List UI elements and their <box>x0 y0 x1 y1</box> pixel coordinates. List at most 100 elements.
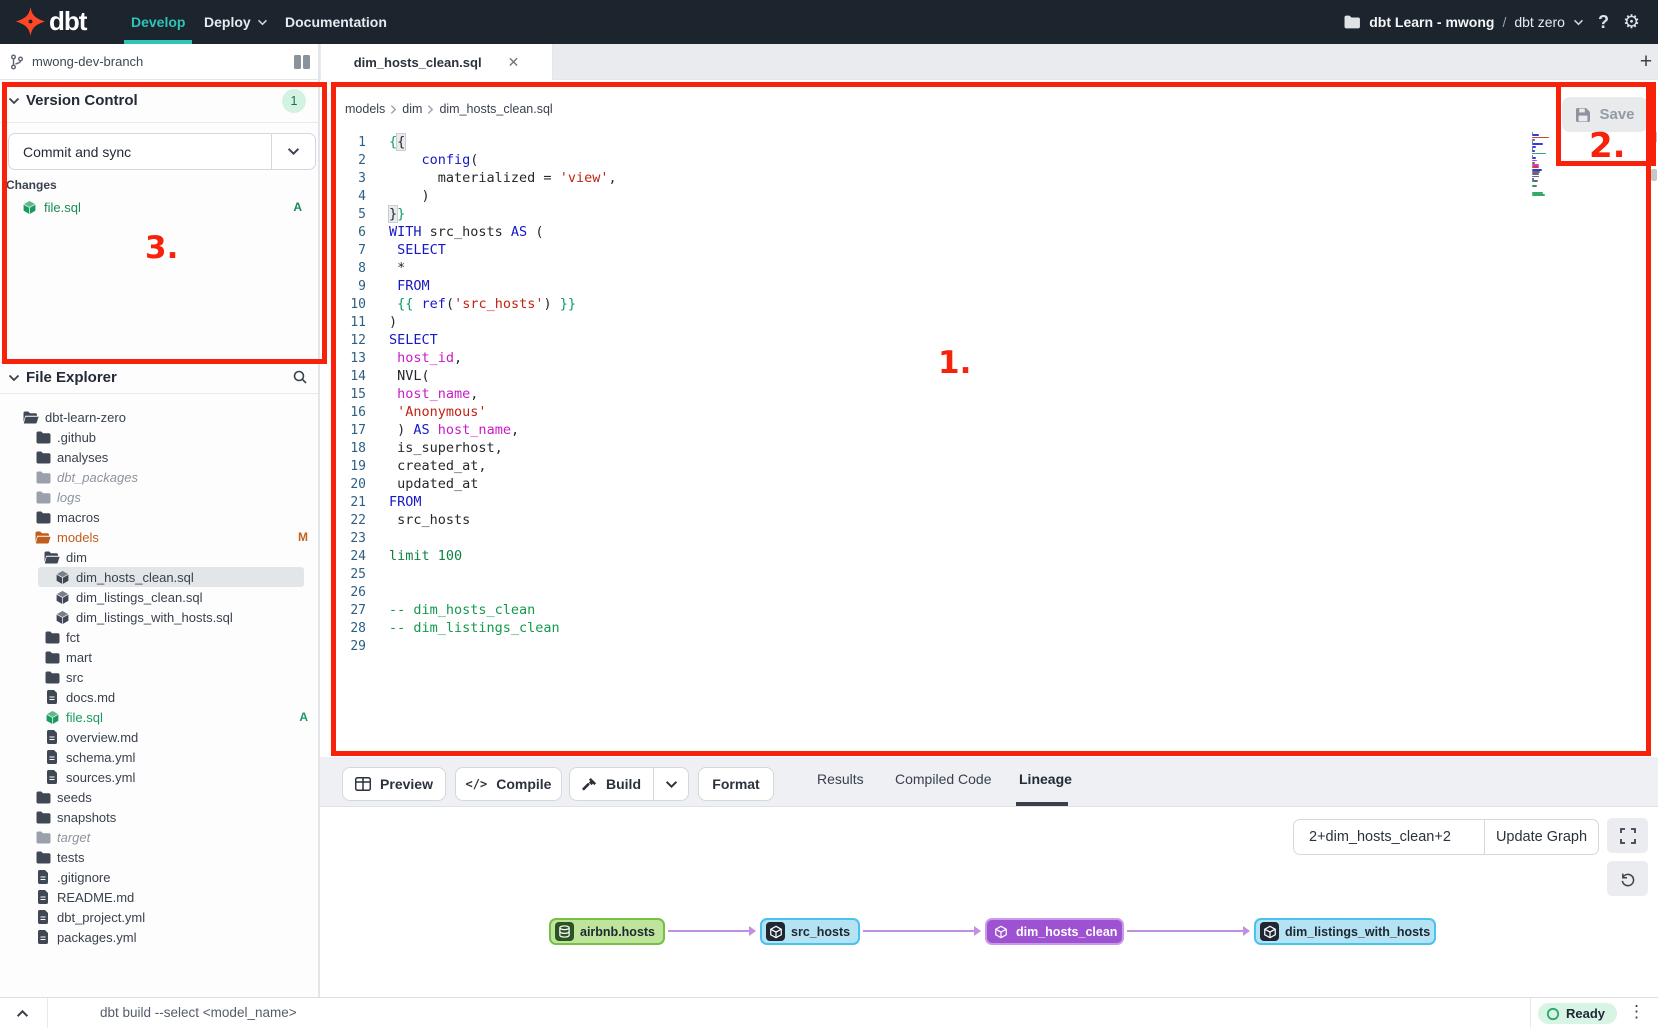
save-button[interactable]: Save <box>1562 97 1648 132</box>
commit-and-sync-button[interactable]: Commit and sync <box>8 133 316 170</box>
tree-item-models[interactable]: modelsM <box>0 527 318 547</box>
nav-deploy[interactable]: Deploy <box>204 0 268 44</box>
file-explorer-header[interactable]: File Explorer <box>8 369 310 386</box>
code-line-27[interactable]: 27-- dim_hosts_clean <box>320 601 617 619</box>
code-line-11[interactable]: 11) <box>320 313 617 331</box>
tree-item-target[interactable]: target <box>0 827 318 847</box>
code-line-7[interactable]: 7 SELECT <box>320 241 617 259</box>
tab-lineage[interactable]: Lineage <box>1019 771 1072 787</box>
breadcrumb-dim[interactable]: dim <box>402 102 422 116</box>
tree-item-dbt-learn-zero[interactable]: dbt-learn-zero <box>0 407 318 427</box>
code-line-3[interactable]: 3 materialized = 'view', <box>320 169 617 187</box>
code-line-6[interactable]: 6WITH src_hosts AS ( <box>320 223 617 241</box>
tree-item-dbt-packages[interactable]: dbt_packages <box>0 467 318 487</box>
code-line-18[interactable]: 18 is_superhost, <box>320 439 617 457</box>
tab-dim-hosts-clean[interactable]: dim_hosts_clean.sql ✕ <box>321 44 553 80</box>
tree-item-fct[interactable]: fct <box>0 627 318 647</box>
tree-item-overview-md[interactable]: overview.md <box>0 727 318 747</box>
build-button[interactable]: Build <box>569 767 654 801</box>
tree-item-docs-md[interactable]: docs.md <box>0 687 318 707</box>
settings-gear-icon[interactable]: ⚙ <box>1623 11 1640 34</box>
tree-item-readme-md[interactable]: README.md <box>0 887 318 907</box>
tree-item-src[interactable]: src <box>0 667 318 687</box>
close-icon[interactable]: ✕ <box>508 54 520 71</box>
code-line-12[interactable]: 12SELECT <box>320 331 617 349</box>
nav-develop[interactable]: Develop <box>131 0 185 44</box>
tree-item-sources-yml[interactable]: sources.yml <box>0 767 318 787</box>
version-control-header[interactable]: Version Control 1 <box>8 92 310 109</box>
code-line-2[interactable]: 2 config( <box>320 151 617 169</box>
code-line-24[interactable]: 24limit 100 <box>320 547 617 565</box>
tree-item-dim-listings-clean-sql[interactable]: dim_listings_clean.sql <box>0 587 318 607</box>
changed-file-row[interactable]: file.sql A <box>22 198 312 216</box>
code-line-8[interactable]: 8 * <box>320 259 617 277</box>
tree-item-schema-yml[interactable]: schema.yml <box>0 747 318 767</box>
help-icon[interactable]: ? <box>1598 12 1609 33</box>
code-line-28[interactable]: 28-- dim_listings_clean <box>320 619 617 637</box>
breadcrumb-models[interactable]: models <box>345 102 385 116</box>
preview-button[interactable]: Preview <box>342 767 446 801</box>
tree-item-label: models <box>57 530 99 545</box>
tree-item--github[interactable]: .github <box>0 427 318 447</box>
code-line-25[interactable]: 25 <box>320 565 617 583</box>
lineage-node-src-hosts[interactable]: src_hosts <box>760 918 860 945</box>
code-line-21[interactable]: 21FROM <box>320 493 617 511</box>
code-line-15[interactable]: 15 host_name, <box>320 385 617 403</box>
new-tab-button[interactable]: + <box>1634 50 1658 74</box>
tree-item-dim[interactable]: dim <box>0 547 318 567</box>
nav-documentation[interactable]: Documentation <box>285 0 387 44</box>
code-line-4[interactable]: 4 ) <box>320 187 617 205</box>
tree-item-packages-yml[interactable]: packages.yml <box>0 927 318 947</box>
chevron-down-icon[interactable] <box>1573 19 1584 26</box>
tree-item-seeds[interactable]: seeds <box>0 787 318 807</box>
lineage-node-dim-listings-with-hosts[interactable]: dim_listings_with_hosts <box>1254 918 1436 945</box>
code-line-16[interactable]: 16 'Anonymous' <box>320 403 617 421</box>
code-line-22[interactable]: 22 src_hosts <box>320 511 617 529</box>
code-line-13[interactable]: 13 host_id, <box>320 349 617 367</box>
code-line-20[interactable]: 20 updated_at <box>320 475 617 493</box>
tree-item-file-sql[interactable]: file.sqlA <box>0 707 318 727</box>
code-line-9[interactable]: 9 FROM <box>320 277 617 295</box>
code-line-5[interactable]: 5}} <box>320 205 617 223</box>
tree-item--gitignore[interactable]: .gitignore <box>0 867 318 887</box>
chevron-right-icon <box>390 104 397 115</box>
tree-item-tests[interactable]: tests <box>0 847 318 867</box>
tree-item-dim-listings-with-hosts-sql[interactable]: dim_listings_with_hosts.sql <box>0 607 318 627</box>
code-line-1[interactable]: 1{{ <box>320 133 617 151</box>
format-button[interactable]: Format <box>698 767 774 801</box>
tree-item-dim-hosts-clean-sql[interactable]: dim_hosts_clean.sql <box>0 567 318 587</box>
divider <box>1530 998 1531 1028</box>
tab-results[interactable]: Results <box>817 771 864 787</box>
commit-options-caret[interactable] <box>271 134 315 169</box>
project-breadcrumb[interactable]: dbt Learn - mwong / dbt zero <box>1344 14 1584 30</box>
lineage-graph[interactable]: airbnb.hosts src_hosts dim_hosts_clean dim_… <box>320 808 1658 997</box>
code-line-14[interactable]: 14 NVL( <box>320 367 617 385</box>
tree-item-mart[interactable]: mart <box>0 647 318 667</box>
chevron-up-icon[interactable] <box>8 1003 36 1023</box>
search-icon[interactable] <box>292 369 308 390</box>
tree-item-macros[interactable]: macros <box>0 507 318 527</box>
tree-item-dbt-project-yml[interactable]: dbt_project.yml <box>0 907 318 927</box>
tab-compiled-code[interactable]: Compiled Code <box>895 771 992 787</box>
command-input[interactable]: dbt build --select <model_name> <box>100 1005 297 1020</box>
code-line-26[interactable]: 26 <box>320 583 617 601</box>
code-line-23[interactable]: 23 <box>320 529 617 547</box>
tree-item-analyses[interactable]: analyses <box>0 447 318 467</box>
code-line-19[interactable]: 19 created_at, <box>320 457 617 475</box>
compile-button[interactable]: </> Compile <box>455 767 562 801</box>
code-line-10[interactable]: 10 {{ ref('src_hosts') }} <box>320 295 617 313</box>
code-area[interactable]: 1{{2 config(3 materialized = 'view',4 )5… <box>320 133 617 655</box>
lineage-node-dim-hosts-clean[interactable]: dim_hosts_clean <box>985 918 1124 945</box>
lineage-node-airbnb-hosts[interactable]: airbnb.hosts <box>549 918 665 945</box>
build-options-caret[interactable] <box>654 767 689 801</box>
commit-button-label: Commit and sync <box>9 144 271 160</box>
code-line-29[interactable]: 29 <box>320 637 617 655</box>
tree-item-snapshots[interactable]: snapshots <box>0 807 318 827</box>
editor-minimap[interactable] <box>1532 132 1554 199</box>
split-columns-icon[interactable] <box>294 55 310 69</box>
dbt-logo[interactable]: dbt <box>16 6 86 37</box>
kebab-menu-icon[interactable]: ⋮ <box>1628 1002 1645 1022</box>
breadcrumb-file[interactable]: dim_hosts_clean.sql <box>439 102 552 116</box>
tree-item-logs[interactable]: logs <box>0 487 318 507</box>
code-line-17[interactable]: 17 ) AS host_name, <box>320 421 617 439</box>
